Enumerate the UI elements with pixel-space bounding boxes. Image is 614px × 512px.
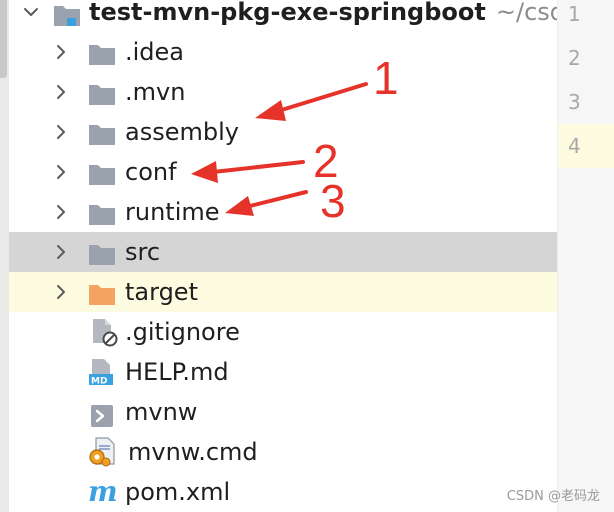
tree-item-runtime[interactable]: runtime (9, 192, 557, 232)
tree-item-label: pom.xml (125, 478, 231, 506)
chevron-right-icon[interactable] (51, 112, 71, 152)
tree-item-label: src (125, 238, 161, 266)
tree-item-label: assembly (125, 118, 239, 146)
folder-icon (88, 79, 116, 105)
tree-item-label: .idea (125, 38, 185, 66)
chevron-right-icon[interactable] (51, 232, 71, 272)
shell-script-icon (90, 400, 118, 427)
tree-item-src[interactable]: src (9, 232, 557, 272)
line-number-current: 4 (558, 124, 614, 168)
chevron-right-icon[interactable] (51, 152, 71, 192)
tree-item-mvnw[interactable]: mvnw (9, 392, 557, 432)
line-number: 1 (568, 2, 581, 26)
watermark: CSDN @老码龙 (506, 489, 600, 504)
svg-text:m: m (88, 478, 118, 506)
editor-gutter: 1 2 3 4 (557, 0, 614, 512)
tree-item-mvnw-cmd[interactable]: mvnw.cmd (9, 432, 557, 472)
annotation-number-3: 3 (320, 175, 346, 227)
project-path-hint: ~/csd (495, 0, 557, 26)
tree-item-label: conf (125, 158, 177, 186)
line-number: 3 (568, 90, 581, 114)
tree-item-mvn[interactable]: .mvn (9, 72, 557, 112)
folder-icon (88, 119, 116, 145)
excluded-folder-icon (88, 279, 116, 305)
tree-item-conf[interactable]: conf (9, 152, 557, 192)
scrollbar-thumb[interactable] (0, 0, 7, 78)
folder-icon (88, 39, 116, 65)
tree-item-target[interactable]: target (9, 272, 557, 312)
svg-text:MD: MD (91, 377, 107, 387)
batch-file-icon (86, 436, 115, 467)
folder-icon (88, 159, 116, 185)
tree-item-pom-xml[interactable]: m pom.xml (9, 472, 557, 512)
tree-item-label: .mvn (125, 78, 186, 106)
chevron-down-icon[interactable] (21, 0, 41, 32)
module-folder-icon (53, 0, 81, 26)
tree-item-label: .gitignore (125, 318, 240, 346)
project-tree: test-mvn-pkg-exe-springboot~/csd .idea .… (9, 0, 557, 512)
annotation-number-1: 1 (373, 52, 399, 104)
tree-item-gitignore[interactable]: .gitignore (9, 312, 557, 352)
tree-item-label: mvnw.cmd (128, 438, 258, 466)
project-name: test-mvn-pkg-exe-springboot~/csd (89, 0, 557, 32)
folder-icon (88, 199, 116, 225)
chevron-right-icon[interactable] (51, 72, 71, 112)
markdown-file-icon: MD (88, 357, 116, 387)
maven-pom-icon: m (88, 475, 118, 508)
line-number: 2 (568, 46, 581, 70)
ignored-file-icon (90, 317, 118, 347)
tree-item-help-md[interactable]: MD HELP.md (9, 352, 557, 392)
tree-item-assembly[interactable]: assembly (9, 112, 557, 152)
tree-item-label: runtime (125, 198, 220, 226)
tree-item-label: HELP.md (125, 358, 229, 386)
scrollbar-track[interactable] (0, 0, 9, 512)
chevron-right-icon[interactable] (51, 192, 71, 232)
chevron-right-icon[interactable] (51, 32, 71, 72)
chevron-right-icon[interactable] (51, 272, 71, 312)
tree-item-label: mvnw (125, 398, 198, 426)
tree-item-idea[interactable]: .idea (9, 32, 557, 72)
folder-icon (88, 239, 116, 265)
tree-item-label: target (125, 278, 198, 306)
tree-root-row[interactable]: test-mvn-pkg-exe-springboot~/csd (9, 0, 557, 32)
